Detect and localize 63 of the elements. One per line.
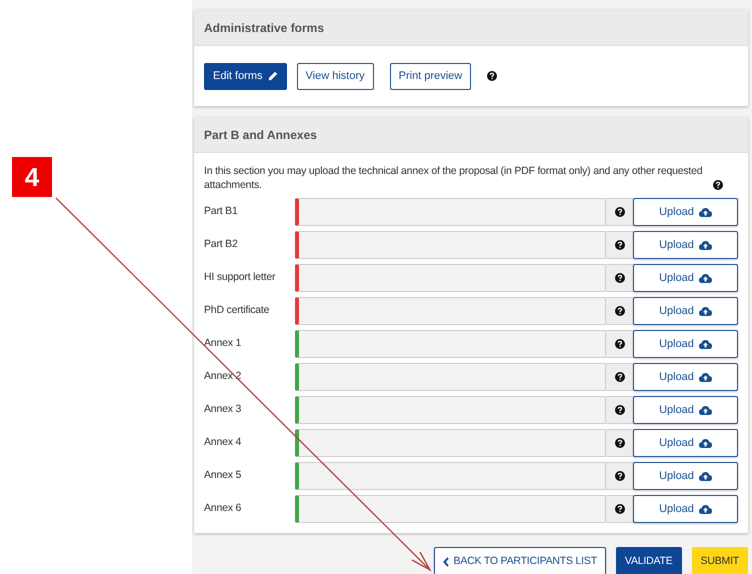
- intro-text: In this section you may upload the technical annex of the proposal (in PDF format only) and any other requested attachments.: [204, 164, 704, 192]
- help-icon[interactable]: [614, 405, 624, 415]
- file-field[interactable]: [295, 264, 606, 292]
- cloud-upload-icon: [698, 306, 712, 316]
- submit-button[interactable]: SUBMIT: [692, 547, 748, 574]
- action-button[interactable]: View history: [296, 62, 374, 90]
- attachment-label: Annex 3: [204, 402, 242, 418]
- file-field[interactable]: [295, 297, 606, 325]
- upload-button[interactable]: Upload: [633, 429, 738, 457]
- chevron-left-icon: [442, 557, 449, 567]
- upload-button[interactable]: Upload: [633, 198, 738, 226]
- file-field[interactable]: [295, 231, 606, 259]
- action-button[interactable]: Print preview: [390, 62, 472, 90]
- upload-button[interactable]: Upload: [633, 297, 738, 325]
- upload-button[interactable]: Upload: [633, 363, 738, 391]
- attachment-label: HI support letter: [204, 270, 276, 286]
- attachment-label: Annex 6: [204, 501, 242, 516]
- help-icon[interactable]: [614, 438, 624, 448]
- help-icon[interactable]: [614, 273, 624, 283]
- file-field[interactable]: [295, 198, 606, 226]
- cloud-upload-icon: [698, 504, 712, 514]
- upload-button[interactable]: Upload: [633, 495, 738, 523]
- cloud-upload-icon: [698, 240, 712, 250]
- attachment-label: Part B2: [204, 237, 239, 252]
- file-field[interactable]: [295, 462, 606, 490]
- cloud-upload-icon: [698, 471, 712, 481]
- help-icon[interactable]: [614, 372, 624, 382]
- cloud-upload-icon: [698, 438, 712, 448]
- help-icon[interactable]: [614, 207, 624, 217]
- help-icon[interactable]: [487, 71, 498, 81]
- help-icon[interactable]: [614, 240, 624, 250]
- file-field[interactable]: [295, 396, 606, 424]
- pencil-icon: [268, 71, 278, 81]
- back-button[interactable]: BACK TO PARTICIPANTS LIST: [434, 547, 606, 574]
- help-icon[interactable]: [614, 306, 624, 316]
- attachment-label: Annex 1: [204, 336, 242, 352]
- upload-button[interactable]: Upload: [633, 330, 738, 358]
- file-field[interactable]: [295, 429, 606, 457]
- help-icon[interactable]: [614, 339, 624, 349]
- help-icon[interactable]: [614, 504, 624, 514]
- attachment-label: PhD certificate: [204, 303, 270, 318]
- upload-button[interactable]: Upload: [633, 231, 738, 259]
- upload-button[interactable]: Upload: [633, 462, 738, 490]
- attachment-label: Annex 4: [204, 435, 242, 450]
- help-icon[interactable]: [614, 471, 624, 481]
- panel-title: Administrative forms: [204, 20, 324, 36]
- edit-forms-button[interactable]: Edit forms: [204, 62, 287, 90]
- attachment-label: Part B1: [204, 204, 239, 220]
- panel-title: Part B and Annexes: [204, 126, 317, 144]
- file-field[interactable]: [295, 495, 606, 523]
- cloud-upload-icon: [698, 372, 712, 382]
- step-number-badge: 4: [12, 157, 52, 197]
- upload-button[interactable]: Upload: [633, 396, 738, 424]
- help-icon[interactable]: [713, 180, 723, 190]
- validate-button[interactable]: VALIDATE: [616, 547, 682, 574]
- file-field[interactable]: [295, 330, 606, 358]
- cloud-upload-icon: [698, 273, 712, 283]
- file-field[interactable]: [295, 363, 606, 391]
- upload-button[interactable]: Upload: [633, 264, 738, 292]
- cloud-upload-icon: [698, 207, 712, 217]
- cloud-upload-icon: [698, 405, 712, 415]
- cloud-upload-icon: [698, 339, 712, 349]
- attachment-label: Annex 5: [204, 468, 242, 484]
